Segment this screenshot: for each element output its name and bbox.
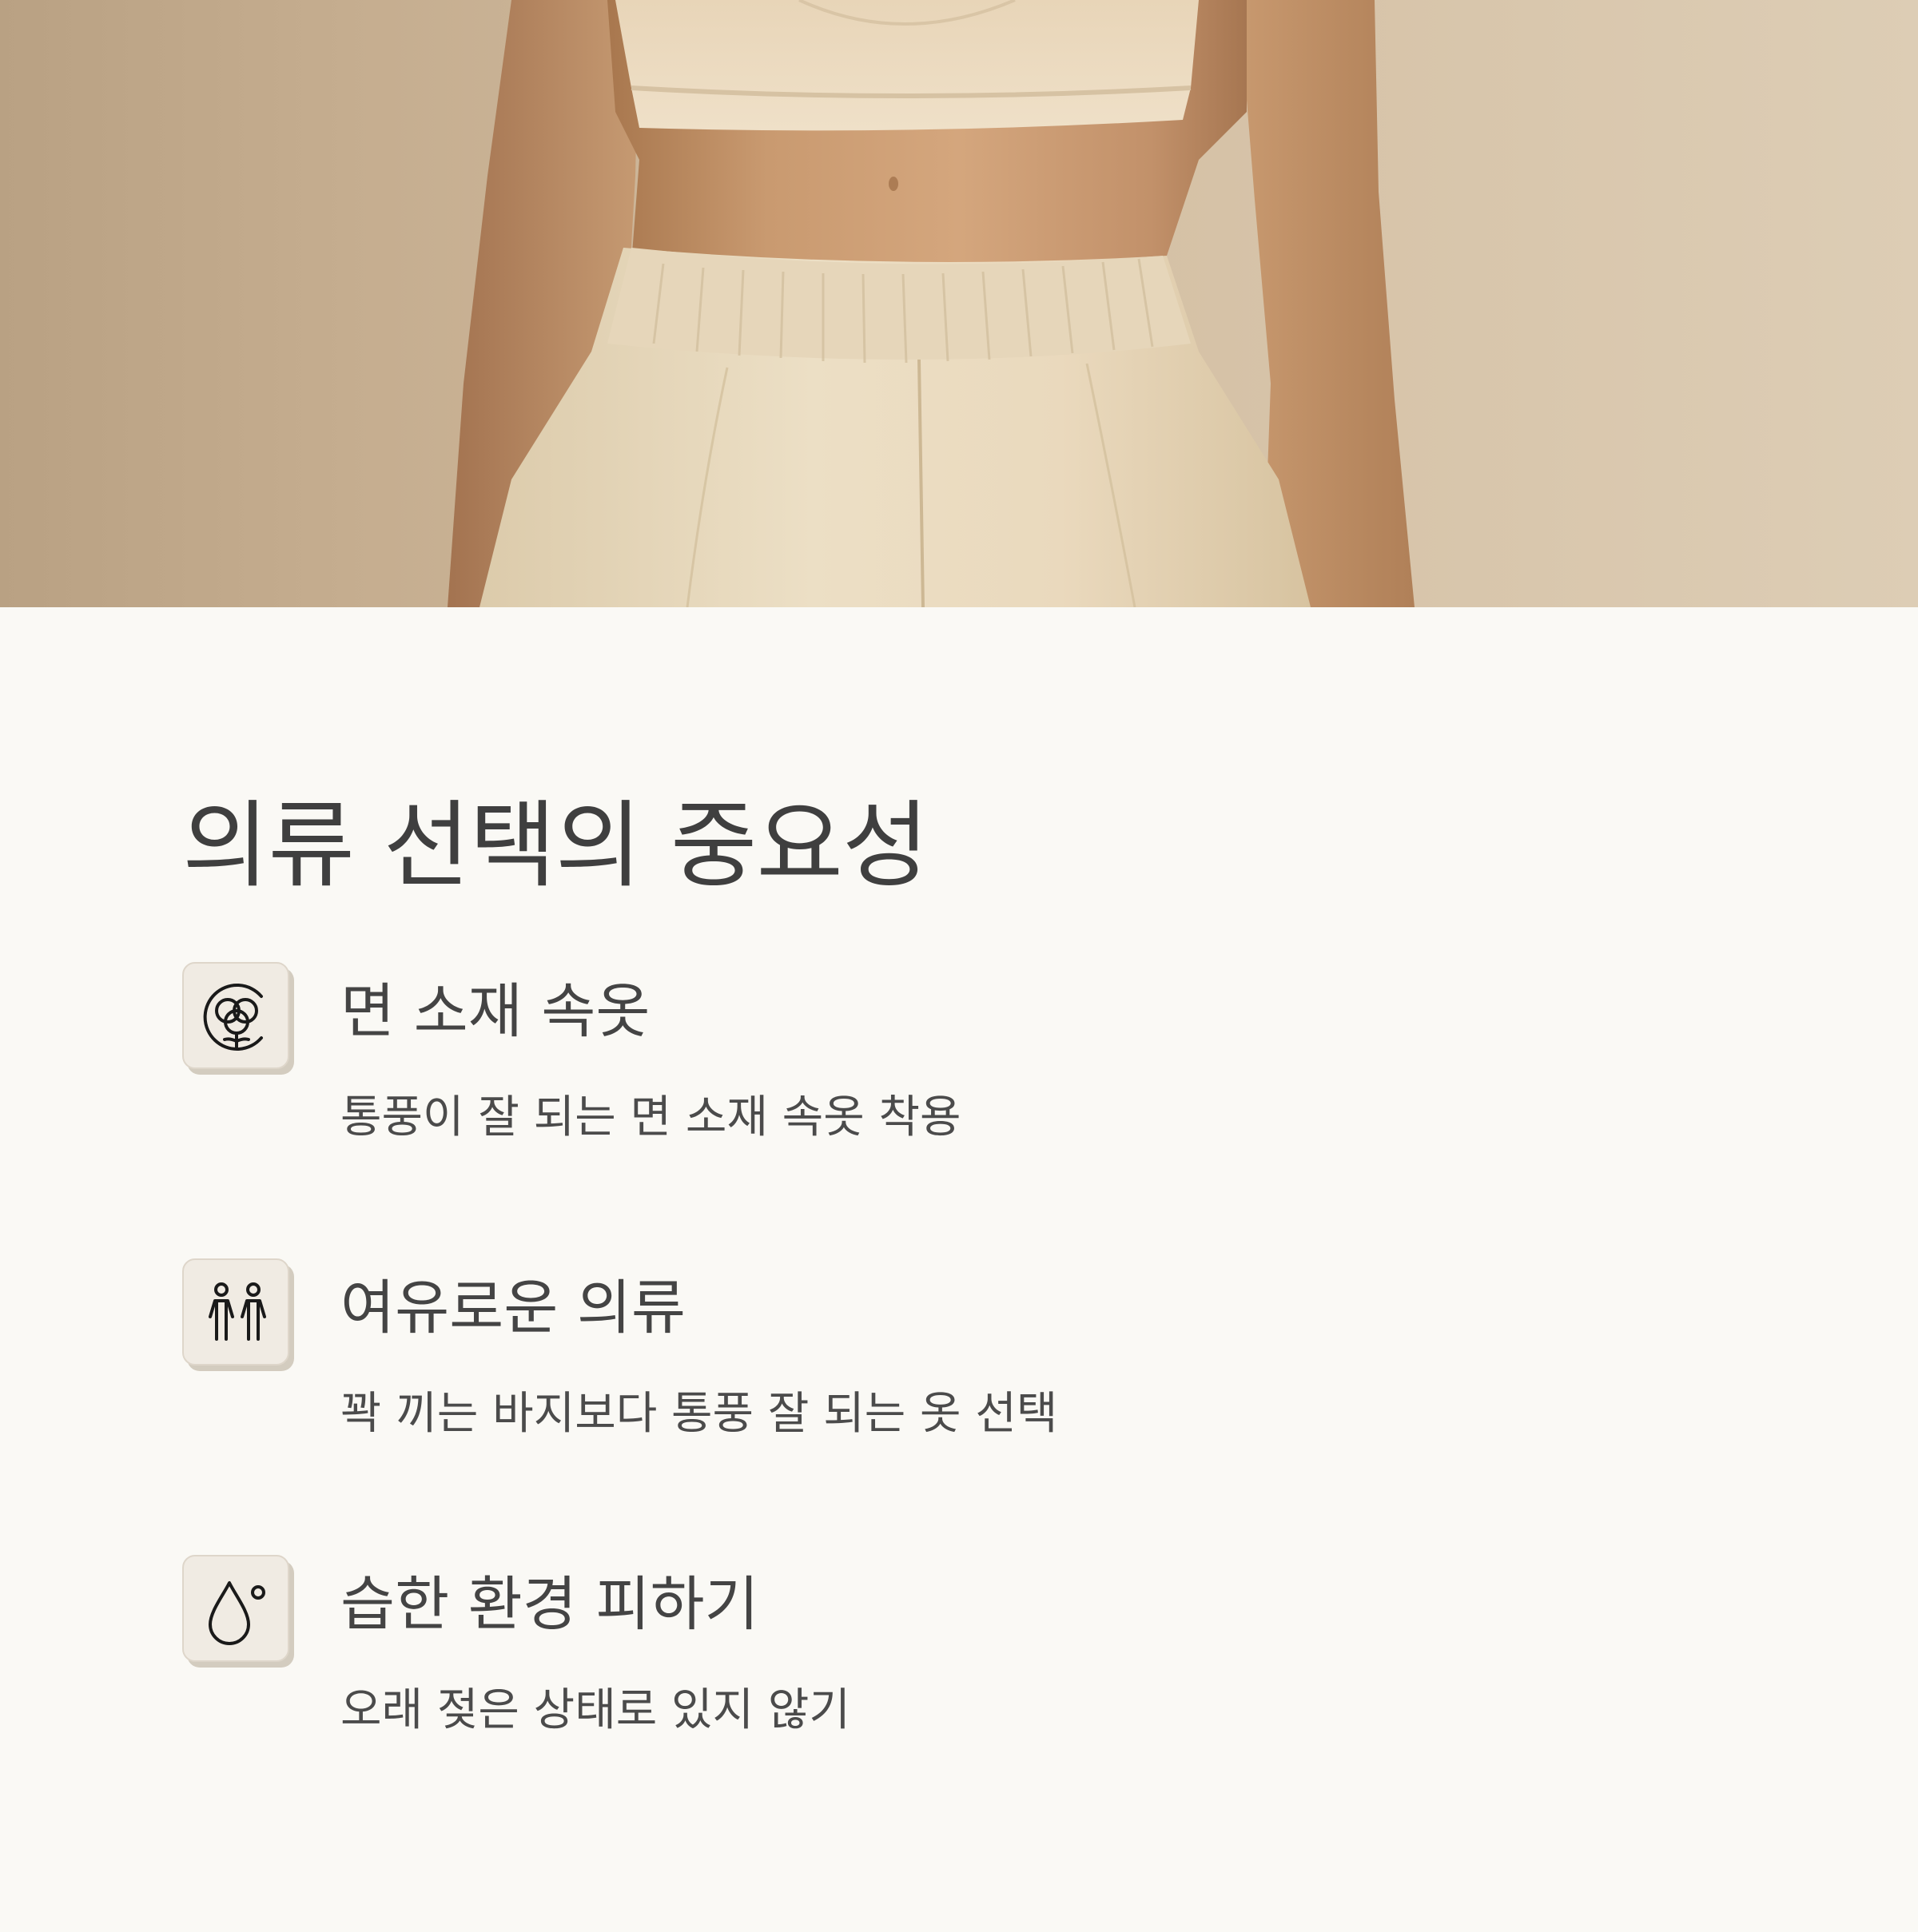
feature-title: 여유로운 의류 [340,1274,686,1342]
main-content: 의류 선택의 중요성 면 소재 속옷 통풍이 잘 되는 면 소재 속옷 착용 여… [0,607,1918,1932]
hero-photo [0,0,1918,607]
feature-item-avoid-humidity: 습한 환경 피하기 오래 젖은 상태로 있지 않기 [182,1555,1701,1763]
feature-description: 통풍이 잘 되는 면 소재 속옷 착용 [340,1091,961,1143]
feature-description: 오래 젖은 상태로 있지 않기 [340,1684,850,1736]
two-people-icon [209,1282,266,1341]
feature-item-cotton-underwear: 면 소재 속옷 통풍이 잘 되는 면 소재 속옷 착용 [182,962,1701,1170]
cotton-flower-icon [203,984,263,1051]
feature-description: 꽉 끼는 바지보다 통풍 잘 되는 옷 선택 [340,1388,1058,1440]
feature-item-loose-clothing: 여유로운 의류 꽉 끼는 바지보다 통풍 잘 되는 옷 선택 [182,1258,1701,1466]
page-title: 의류 선택의 중요성 [182,790,929,900]
feature-icon-box [182,1555,289,1662]
feature-title: 습한 환경 피하기 [340,1570,759,1639]
feature-icon-box [182,962,289,1069]
water-drop-icon [209,1581,265,1645]
feature-icon-box [182,1258,289,1366]
feature-title: 면 소재 속옷 [340,977,651,1046]
